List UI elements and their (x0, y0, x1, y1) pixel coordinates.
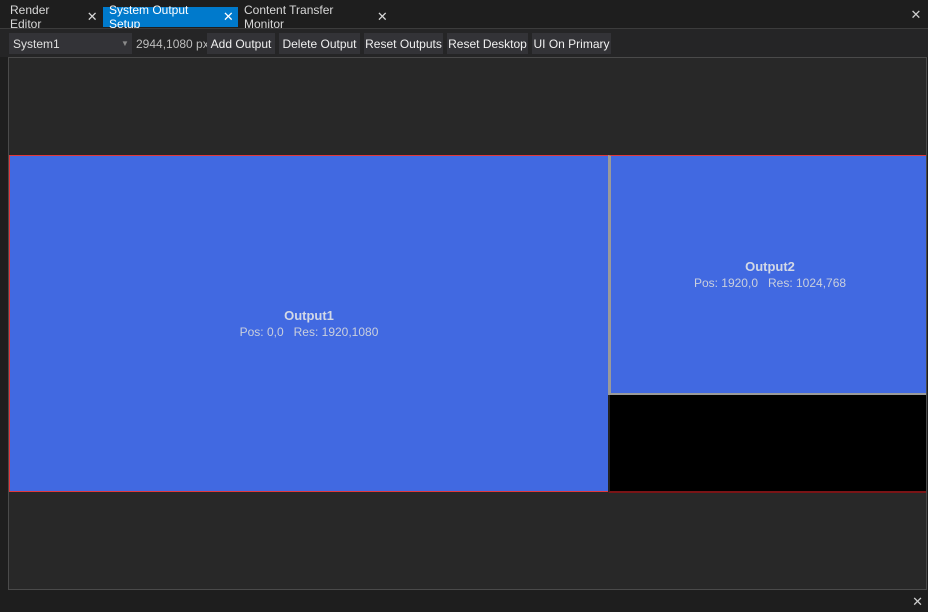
close-icon[interactable]: ✕ (912, 594, 923, 610)
close-icon[interactable]: ✕ (909, 8, 923, 22)
tab-label: System Output Setup (109, 3, 189, 31)
chevron-down-icon: ▼ (121, 39, 129, 48)
close-icon[interactable]: ✕ (219, 9, 238, 25)
output-info: Pos: 0,0 Res: 1920,1080 (239, 325, 379, 339)
desktop-size-label: 2944,1080 px (136, 37, 209, 51)
delete-output-button[interactable]: Delete Output (279, 33, 360, 54)
close-icon[interactable]: ✕ (373, 9, 392, 25)
tab-label: Render Editor (10, 3, 50, 31)
unused-desktop-area (608, 395, 926, 493)
system-select[interactable]: System1 ▼ (9, 33, 132, 54)
close-icon[interactable]: ✕ (82, 9, 102, 25)
output-1-rect[interactable]: Output1 Pos: 0,0 Res: 1920,1080 (9, 155, 609, 492)
bottom-panel-bar: ✕ (0, 592, 928, 612)
add-output-button[interactable]: Add Output (207, 33, 275, 54)
tab-content-transfer-monitor[interactable]: Content Transfer Monitor ✕ (238, 3, 392, 31)
output-name: Output1 (284, 308, 334, 323)
tab-render-editor[interactable]: Render Editor ✕ (2, 3, 102, 31)
output-name: Output2 (745, 259, 795, 274)
output-2-rect[interactable]: Output2 Pos: 1920,0 Res: 1024,768 (608, 155, 926, 395)
reset-desktop-button[interactable]: Reset Desktop (447, 33, 528, 54)
output-canvas[interactable]: Output1 Pos: 0,0 Res: 1920,1080 Output2 … (8, 57, 927, 590)
toolbar: System1 ▼ 2944,1080 px Add Output Delete… (0, 28, 928, 57)
reset-outputs-button[interactable]: Reset Outputs (364, 33, 443, 54)
output-info: Pos: 1920,0 Res: 1024,768 (693, 276, 847, 290)
system-select-value: System1 (13, 36, 60, 51)
tab-bar: Render Editor ✕ System Output Setup ✕ Co… (0, 0, 928, 31)
tab-label: Content Transfer Monitor (244, 3, 334, 31)
ui-on-primary-button[interactable]: UI On Primary (532, 33, 611, 54)
tab-system-output-setup[interactable]: System Output Setup ✕ (103, 3, 238, 31)
